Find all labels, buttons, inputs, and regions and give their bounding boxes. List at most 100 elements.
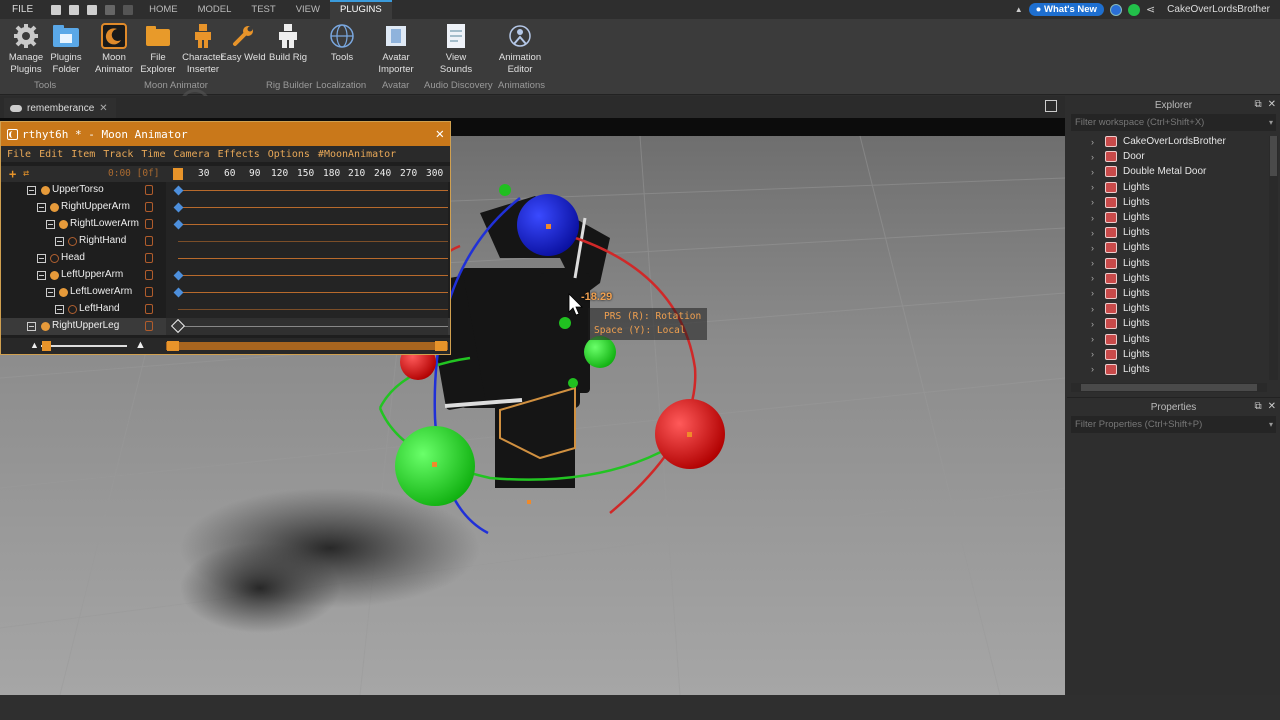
whats-new-button[interactable]: ● What's New [1028,3,1104,16]
collapse-icon[interactable] [27,186,36,195]
track-row-leftupperarm[interactable]: LeftUpperArm [1,267,450,284]
tree-item[interactable]: › CakeOverLordsBrother [1067,134,1267,149]
moon-menu-time[interactable]: Time [141,149,165,160]
zoom-in-icon[interactable]: ▲ [135,339,146,351]
file-explorer-button[interactable]: File Explorer [134,23,182,76]
tree-item[interactable]: › Lights [1067,210,1267,225]
track-row-rightupperarm[interactable]: RightUpperArm [1,199,450,216]
track-row-righthand[interactable]: RightHand [1,233,450,250]
build-rig-button[interactable]: Build Rig [264,23,312,64]
close-icon[interactable]: ✕ [436,126,444,142]
keyframe[interactable] [173,287,184,298]
chevron-right-icon[interactable]: › [1091,273,1099,283]
chevron-right-icon[interactable]: › [1091,288,1099,298]
moon-menu-effects[interactable]: Effects [218,149,260,160]
redo-icon[interactable] [123,4,134,15]
collapse-icon[interactable] [37,254,46,263]
moon-title-bar[interactable]: rthyt6h * - Moon Animator ✕ [1,122,450,146]
localization-tools-button[interactable]: Tools [318,23,366,64]
zoom-slider-handle[interactable] [42,341,51,351]
status-icon[interactable] [1127,3,1140,16]
tree-item[interactable]: › Lights [1067,195,1267,210]
tab-home[interactable]: HOME [139,0,188,19]
moon-menu-options[interactable]: Options [268,149,310,160]
collapse-icon[interactable] [55,237,64,246]
tree-item[interactable]: › Lights [1067,180,1267,195]
save-icon[interactable] [87,4,98,15]
moon-menu-camera[interactable]: Camera [173,149,209,160]
tab-view[interactable]: VIEW [286,0,330,19]
chevron-right-icon[interactable]: › [1091,304,1099,314]
tab-test[interactable]: TEST [241,0,285,19]
moon-menu-track[interactable]: Track [103,149,133,160]
collapse-icon[interactable] [46,220,55,229]
undock-icon[interactable]: ⧉ [1254,99,1261,110]
loop-icon[interactable]: ⇄ [23,168,29,179]
track-lane[interactable] [166,284,448,301]
chevron-right-icon[interactable]: › [1091,349,1099,359]
track-lane[interactable] [166,199,448,216]
tree-item[interactable]: › Lights [1067,301,1267,316]
tree-item[interactable]: › Lights [1067,347,1267,362]
new-file-icon[interactable] [51,4,62,15]
collapse-icon[interactable] [46,288,55,297]
avatar-importer-button[interactable]: Avatar Importer [372,23,420,76]
help-icon[interactable] [1109,3,1122,16]
chevron-right-icon[interactable]: › [1091,319,1099,329]
track-lane[interactable] [166,267,448,284]
lock-icon[interactable] [145,270,153,280]
lock-icon[interactable] [145,253,153,263]
moon-menu-item[interactable]: Item [71,149,95,160]
keyframe[interactable] [170,318,186,334]
horizontal-scrollbar[interactable] [166,342,448,350]
command-bar[interactable] [0,695,1280,720]
chevron-right-icon[interactable]: › [1091,137,1099,147]
doc-tab-rememberance[interactable]: rememberance ✕ [4,98,116,118]
tree-item[interactable]: › Lights [1067,316,1267,331]
scroll-right-handle[interactable] [435,341,447,351]
tree-item[interactable]: › Lights [1067,362,1267,377]
track-lane[interactable] [166,216,448,233]
track-row-rightupperleg[interactable]: RightUpperLeg [1,318,450,335]
zoom-out-icon[interactable]: ▲ [30,340,39,350]
collapse-icon[interactable] [37,203,46,212]
plugins-folder-button[interactable]: Plugins Folder [42,23,90,76]
track-lane[interactable] [166,301,448,318]
open-icon[interactable] [69,4,80,15]
chevron-right-icon[interactable]: › [1091,152,1099,162]
share-icon[interactable]: ⋖ [1146,3,1155,16]
view-sounds-button[interactable]: View Sounds [432,23,480,76]
track-lane[interactable] [166,182,448,199]
close-tab-icon[interactable]: ✕ [99,103,107,114]
easy-weld-button[interactable]: Easy Weld [219,23,267,64]
undock-icon[interactable]: ⧉ [1254,401,1261,412]
add-track-icon[interactable]: + [9,167,16,181]
tab-model[interactable]: MODEL [188,0,242,19]
tree-item[interactable]: › Door [1067,149,1267,164]
chevron-right-icon[interactable]: › [1091,364,1099,374]
collapse-icon[interactable] [27,322,36,331]
chevron-right-icon[interactable]: › [1091,167,1099,177]
scroll-left-handle[interactable] [167,341,179,351]
collapse-icon[interactable] [55,305,64,314]
lock-icon[interactable] [145,236,153,246]
explorer-vertical-scrollbar[interactable] [1269,136,1278,380]
tree-item[interactable]: › Lights [1067,256,1267,271]
explorer-filter-input[interactable]: Filter workspace (Ctrl+Shift+X) [1071,114,1276,131]
track-row-head[interactable]: Head [1,250,450,267]
chevron-right-icon[interactable]: › [1091,228,1099,238]
keyframe[interactable] [173,219,184,230]
track-lane[interactable] [166,233,448,250]
zoom-slider[interactable] [41,345,127,347]
tree-item[interactable]: › Double Metal Door [1067,164,1267,179]
moon-menu-edit[interactable]: Edit [39,149,63,160]
keyframe[interactable] [173,185,184,196]
tree-item[interactable]: › Lights [1067,271,1267,286]
lock-icon[interactable] [145,185,153,195]
playhead[interactable] [173,168,183,180]
tree-item[interactable]: › Lights [1067,225,1267,240]
maximize-viewport-icon[interactable] [1045,100,1057,112]
keyframe[interactable] [173,202,184,213]
undo-icon[interactable] [105,4,116,15]
animation-editor-button[interactable]: Animation Editor [496,23,544,76]
